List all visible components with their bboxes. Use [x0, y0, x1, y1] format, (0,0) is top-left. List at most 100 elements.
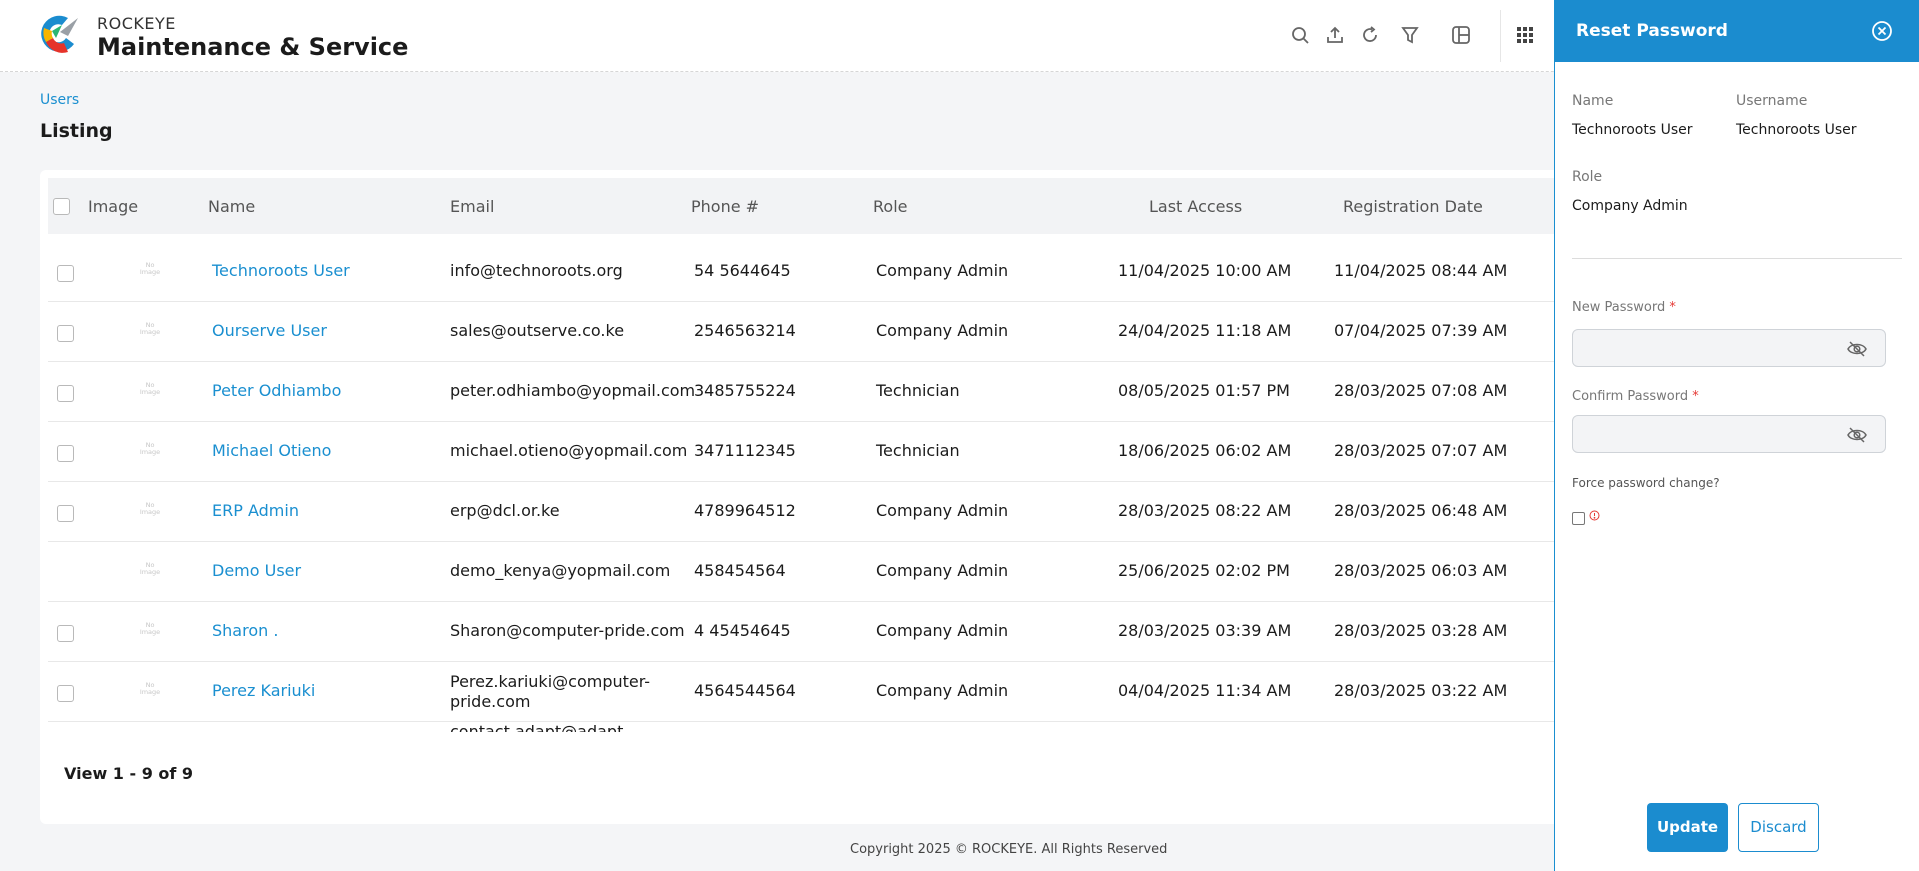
discard-button[interactable]: Discard: [1738, 803, 1819, 852]
user-last-access: 18/06/2025 06:02 AM: [1118, 441, 1292, 460]
update-button[interactable]: Update: [1647, 803, 1728, 852]
app-title: Maintenance & Service: [97, 33, 409, 61]
select-all-checkbox[interactable]: [53, 198, 70, 215]
column-header-registration-date[interactable]: Registration Date: [1343, 197, 1483, 216]
columns-icon[interactable]: [1450, 24, 1472, 46]
table-row[interactable]: No Image Sharon . Sharon@computer-pride.co…: [48, 602, 1600, 662]
user-name-link[interactable]: Demo User: [212, 561, 301, 580]
confirm-password-label-text: Confirm Password: [1572, 389, 1689, 404]
row-checkbox[interactable]: [57, 385, 74, 402]
user-email: info@technoroots.org: [450, 261, 623, 280]
user-last-access: 25/06/2025 02:02 PM: [1118, 561, 1290, 580]
user-name-link[interactable]: Sharon .: [212, 621, 278, 640]
table-row[interactable]: No Image Peter Odhiambo peter.odhiambo@yop…: [48, 362, 1600, 422]
column-header-name[interactable]: Name: [208, 197, 255, 216]
user-email: erp@dcl.or.ke: [450, 501, 560, 520]
user-role: Company Admin: [876, 261, 1009, 280]
no-image-placeholder: No Image: [139, 561, 161, 576]
user-last-access: 04/04/2025 11:34 AM: [1118, 681, 1292, 700]
table-row[interactable]: No Image Perez Kariuki Perez.kariuki@compu…: [48, 662, 1600, 722]
user-registration-date: 28/03/2025 03:28 AM: [1334, 621, 1508, 640]
panel-title: Reset Password: [1576, 21, 1728, 41]
role-label: Role: [1572, 169, 1603, 185]
upload-icon[interactable]: [1324, 24, 1346, 46]
refresh-icon[interactable]: [1359, 24, 1381, 46]
breadcrumb[interactable]: Users: [40, 92, 79, 108]
no-image-placeholder: No Image: [139, 501, 161, 516]
user-email-line-2: pride.com: [450, 692, 531, 711]
panel-divider: [1572, 258, 1902, 259]
user-phone: 54 5644645: [694, 261, 791, 280]
name-value: Technoroots User: [1572, 122, 1693, 138]
search-icon[interactable]: [1289, 24, 1311, 46]
new-password-field[interactable]: [1572, 329, 1886, 367]
row-checkbox[interactable]: [57, 685, 74, 702]
user-phone: 3485755224: [694, 381, 796, 400]
column-header-last-access[interactable]: Last Access: [1149, 197, 1242, 216]
apps-grid-icon[interactable]: [1514, 24, 1536, 46]
user-role: Company Admin: [876, 681, 1009, 700]
user-name-link[interactable]: Technoroots User: [212, 261, 350, 280]
no-image-placeholder: No Image: [139, 261, 161, 276]
column-header-phone[interactable]: Phone #: [691, 197, 759, 216]
row-checkbox[interactable]: [57, 505, 74, 522]
user-name-link[interactable]: ERP Admin: [212, 501, 299, 520]
user-phone: 4789964512: [694, 501, 796, 520]
name-label: Name: [1572, 93, 1614, 109]
page-title: Listing: [40, 120, 113, 142]
column-header-image[interactable]: Image: [88, 197, 138, 216]
filter-icon[interactable]: [1399, 24, 1421, 46]
column-header-role[interactable]: Role: [873, 197, 907, 216]
header-divider: [1500, 10, 1501, 62]
table-row[interactable]: contact.adapt@adapt: [48, 722, 1600, 732]
user-role: Company Admin: [876, 501, 1009, 520]
close-icon[interactable]: [1871, 20, 1893, 42]
row-checkbox[interactable]: [57, 265, 74, 282]
table-row[interactable]: No Image ERP Admin erp@dcl.or.ke 4789964512…: [48, 482, 1600, 542]
user-registration-date: 28/03/2025 06:48 AM: [1334, 501, 1508, 520]
username-label: Username: [1736, 93, 1808, 109]
force-password-change-checkbox[interactable]: [1572, 512, 1585, 525]
brand-company-name: ROCKEYE: [97, 14, 176, 33]
confirm-password-field[interactable]: [1572, 415, 1886, 453]
row-checkbox[interactable]: [57, 625, 74, 642]
info-icon: [1589, 510, 1600, 521]
eye-off-icon[interactable]: [1847, 340, 1867, 358]
confirm-password-label: Confirm Password *: [1572, 389, 1699, 404]
user-name-link[interactable]: Perez Kariuki: [212, 681, 315, 700]
user-last-access: 11/04/2025 10:00 AM: [1118, 261, 1292, 280]
user-phone: 2546563214: [694, 321, 796, 340]
user-name-link[interactable]: Michael Otieno: [212, 441, 331, 460]
panel-header: Reset Password: [1555, 0, 1919, 62]
username-value: Technoroots User: [1736, 122, 1857, 138]
user-email-line-1: Perez.kariuki@computer-: [450, 672, 651, 691]
user-phone: 458454564: [694, 561, 786, 580]
user-phone: 4564544564: [694, 681, 796, 700]
user-name-link[interactable]: Peter Odhiambo: [212, 381, 341, 400]
user-registration-date: 28/03/2025 07:08 AM: [1334, 381, 1508, 400]
table-row[interactable]: No Image Michael Otieno michael.otieno@yop…: [48, 422, 1600, 482]
user-email: peter.odhiambo@yopmail.com: [450, 381, 696, 400]
user-role: Company Admin: [876, 561, 1009, 580]
user-registration-date: 07/04/2025 07:39 AM: [1334, 321, 1508, 340]
table-row[interactable]: No Image Ourserve User sales@outserve.co.k…: [48, 302, 1600, 362]
user-email: Perez.kariuki@computer-pride.com: [450, 672, 650, 712]
new-password-label-text: New Password: [1572, 300, 1666, 315]
user-role: Technician: [876, 441, 960, 460]
user-email: contact.adapt@adapt: [450, 722, 624, 732]
user-registration-date: 11/04/2025 08:44 AM: [1334, 261, 1508, 280]
new-password-label: New Password *: [1572, 300, 1676, 315]
table-row[interactable]: No Image Demo User demo_kenya@yopmail.com 4…: [48, 542, 1600, 602]
row-checkbox[interactable]: [57, 325, 74, 342]
user-last-access: 28/03/2025 03:39 AM: [1118, 621, 1292, 640]
user-phone: 3471112345: [694, 441, 796, 460]
user-email: sales@outserve.co.ke: [450, 321, 625, 340]
user-last-access: 28/03/2025 08:22 AM: [1118, 501, 1292, 520]
table-row[interactable]: No Image Technoroots User info@technoroots…: [48, 242, 1600, 302]
no-image-placeholder: No Image: [139, 441, 161, 456]
column-header-email[interactable]: Email: [450, 197, 494, 216]
row-checkbox[interactable]: [57, 445, 74, 462]
eye-off-icon[interactable]: [1847, 426, 1867, 444]
user-name-link[interactable]: Ourserve User: [212, 321, 327, 340]
no-image-placeholder: No Image: [139, 321, 161, 336]
